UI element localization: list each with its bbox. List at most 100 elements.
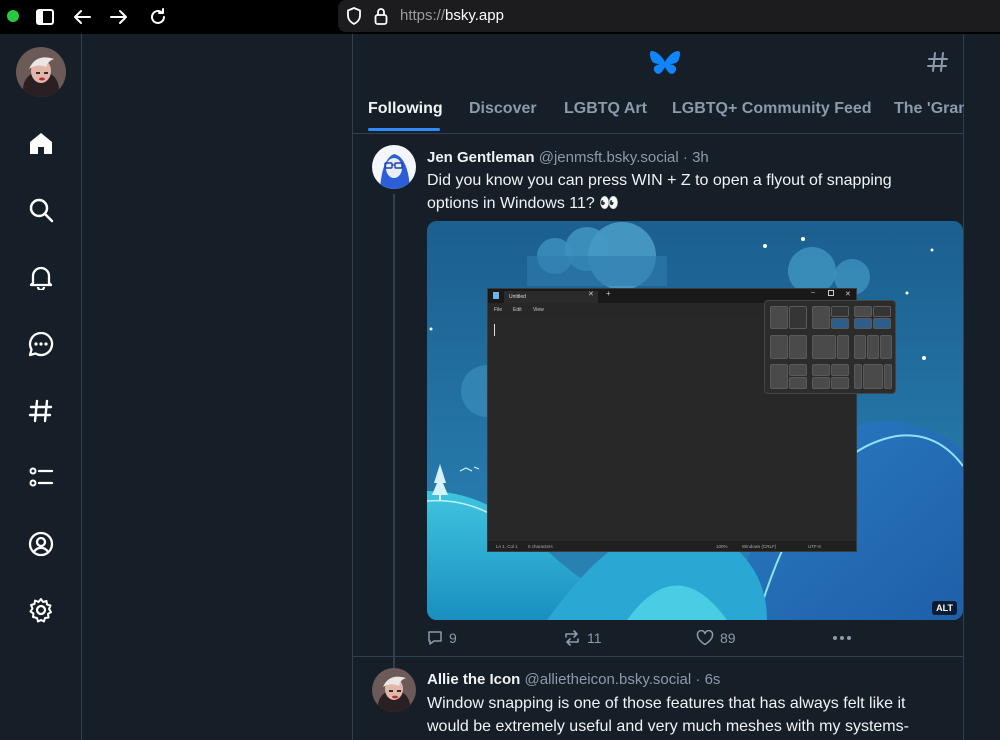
browser-toolbar: https://bsky.app — [0, 0, 1000, 34]
author-name[interactable]: Allie the Icon — [427, 671, 520, 688]
sidebar-toggle-icon[interactable] — [33, 5, 57, 29]
author-name[interactable]: Jen Gentleman — [427, 149, 535, 166]
snap-zone[interactable] — [789, 377, 807, 389]
profile-avatar[interactable] — [16, 47, 66, 97]
tab-following[interactable]: Following — [368, 100, 443, 118]
post-text: Did you know you can press WIN + Z to op… — [427, 172, 892, 212]
snap-layouts-flyout — [764, 300, 896, 394]
snap-zone[interactable] — [854, 306, 872, 317]
repost-button[interactable]: 11 — [563, 630, 602, 646]
status-encoding: UTF-8 — [808, 544, 821, 549]
snap-zone[interactable] — [770, 335, 788, 359]
left-navigation — [0, 34, 82, 740]
snap-zone[interactable] — [880, 335, 892, 359]
snap-zone[interactable] — [812, 335, 836, 359]
snap-zone[interactable] — [873, 318, 891, 329]
alt-text-badge[interactable]: ALT — [932, 601, 957, 615]
hashtag-icon[interactable] — [26, 396, 56, 426]
snap-zone[interactable] — [789, 306, 807, 329]
snap-zone[interactable] — [863, 364, 883, 389]
tab-the-gram[interactable]: The 'Gram — [894, 100, 964, 118]
back-arrow-icon[interactable] — [70, 5, 94, 29]
snap-zone[interactable] — [867, 335, 879, 359]
new-tab-icon[interactable]: + — [606, 289, 611, 298]
tab-discover[interactable]: Discover — [469, 100, 537, 118]
post-image[interactable]: Untitled ✕ + – ✕ File Edit View Ln 1, Co… — [427, 221, 963, 620]
separator-dot: · — [695, 671, 701, 688]
snap-zone[interactable] — [854, 364, 862, 389]
reply-count: 9 — [449, 630, 457, 646]
url-text[interactable]: https://bsky.app — [400, 7, 504, 24]
snap-zone[interactable] — [873, 306, 891, 317]
snap-zone[interactable] — [789, 364, 807, 376]
like-button[interactable]: 89 — [696, 630, 736, 646]
snap-zone[interactable] — [812, 306, 830, 329]
notepad-tab[interactable]: Untitled — [504, 291, 598, 303]
status-zoom: 100% — [716, 544, 728, 549]
shield-icon[interactable] — [342, 4, 366, 28]
close-tab-icon[interactable]: ✕ — [588, 290, 594, 298]
bluesky-butterfly-icon[interactable] — [649, 50, 681, 78]
chat-icon[interactable] — [26, 329, 56, 359]
list-icon[interactable] — [26, 462, 56, 492]
feed-tabs: Following Discover LGBTQ Art LGBTQ+ Comm… — [353, 98, 964, 134]
text-caret — [494, 324, 495, 336]
snap-zone[interactable] — [812, 364, 830, 376]
post-time[interactable]: 3h — [692, 149, 709, 166]
repost-icon — [565, 630, 579, 646]
snap-zone[interactable] — [831, 306, 849, 317]
post-header: Jen Gentleman @jenmsft.bsky.social · 3h — [427, 149, 709, 166]
snap-zone[interactable] — [770, 306, 788, 329]
snap-zone[interactable] — [789, 335, 807, 359]
notepad-app-icon — [493, 292, 499, 299]
feeds-hashtag-icon[interactable] — [926, 50, 952, 76]
profile-icon[interactable] — [26, 529, 56, 559]
snap-zone[interactable] — [854, 335, 866, 359]
post-time[interactable]: 6s — [705, 671, 721, 688]
settings-icon[interactable] — [26, 595, 56, 625]
maximize-icon[interactable] — [828, 290, 834, 296]
status-characters: 0 characters — [528, 544, 553, 549]
heart-icon — [696, 630, 714, 646]
snap-zone[interactable] — [854, 318, 872, 329]
forward-arrow-icon[interactable] — [107, 5, 131, 29]
status-line-ending: Windows (CRLF) — [742, 544, 777, 549]
close-window-icon[interactable]: ✕ — [845, 290, 851, 298]
post-divider — [353, 656, 964, 657]
author-handle[interactable]: @allietheicon.bsky.social — [525, 671, 692, 688]
post-actions: 9 11 89 — [427, 630, 947, 650]
separator-dot: · — [682, 149, 688, 166]
post-author-avatar[interactable] — [372, 145, 416, 189]
search-icon[interactable] — [26, 195, 56, 225]
tab-lgbtq-art[interactable]: LGBTQ Art — [564, 100, 647, 118]
tab-lgbtq-community-feed[interactable]: LGBTQ+ Community Feed — [672, 100, 872, 118]
repost-count: 11 — [587, 630, 602, 646]
window-control-green[interactable] — [7, 10, 19, 22]
thread-line — [393, 194, 395, 682]
snap-zone[interactable] — [812, 377, 830, 389]
home-icon[interactable] — [26, 128, 56, 158]
more-options-button[interactable] — [832, 635, 852, 641]
like-count: 89 — [720, 630, 736, 646]
reply-button[interactable]: 9 — [427, 630, 457, 646]
snap-zone[interactable] — [884, 364, 892, 389]
menu-edit[interactable]: Edit — [513, 307, 522, 313]
post-text: Window snapping is one of those features… — [427, 695, 909, 735]
lock-icon[interactable] — [369, 4, 393, 28]
reply-icon — [428, 631, 442, 645]
menu-file[interactable]: File — [494, 307, 502, 313]
ellipsis-icon — [833, 636, 851, 640]
feed-column: Following Discover LGBTQ Art LGBTQ+ Comm… — [352, 34, 964, 740]
reload-icon[interactable] — [146, 5, 170, 29]
snap-zone[interactable] — [831, 377, 849, 389]
menu-view[interactable]: View — [533, 307, 544, 313]
minimize-icon[interactable]: – — [811, 289, 815, 296]
snap-zone[interactable] — [837, 335, 849, 359]
bell-icon[interactable] — [26, 262, 56, 292]
post-author-avatar[interactable] — [372, 668, 416, 712]
snap-zone[interactable] — [831, 318, 849, 329]
address-bar[interactable]: https://bsky.app — [338, 0, 1000, 32]
snap-zone[interactable] — [770, 364, 788, 389]
author-handle[interactable]: @jenmsft.bsky.social — [539, 149, 679, 166]
snap-zone[interactable] — [831, 364, 849, 376]
